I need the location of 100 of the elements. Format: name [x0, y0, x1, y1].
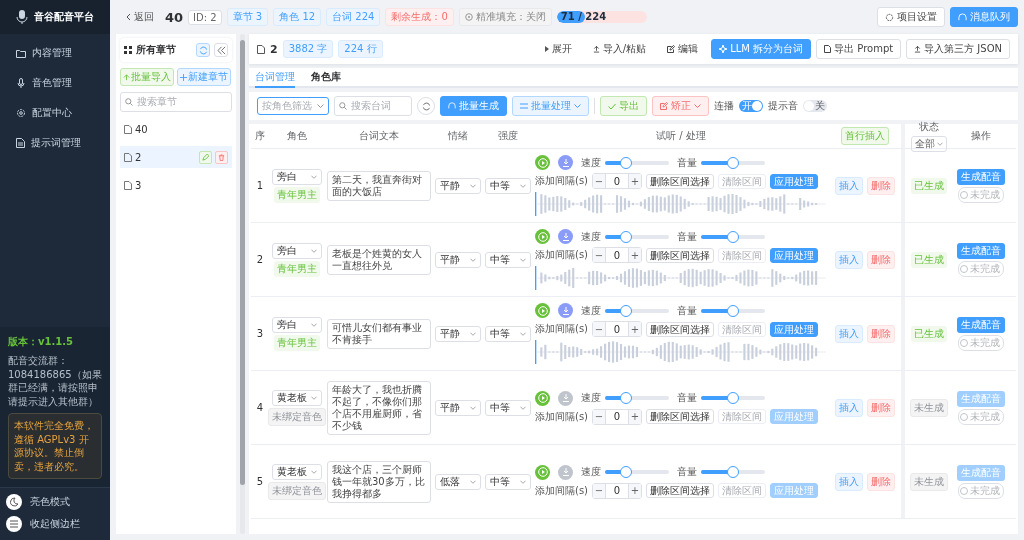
slider-handle[interactable]	[620, 304, 633, 317]
sidebar-action[interactable]: 亮色模式	[6, 494, 104, 510]
header-action-button[interactable]: 编辑	[659, 39, 707, 59]
slider-handle[interactable]	[727, 466, 739, 478]
slider-handle[interactable]	[727, 304, 739, 317]
slider-label: 音量	[677, 391, 697, 405]
edit-icon	[667, 45, 676, 53]
line-text-field[interactable]: 年龄大了，我也折腾不起了，不像你们那个店不用雇厨师，省不少钱	[327, 380, 431, 435]
role-select[interactable]: 旁白	[272, 316, 322, 333]
download-button[interactable]	[558, 229, 573, 244]
line-text-field[interactable]: 第二天，我直奔街对面的大饭店	[327, 170, 431, 201]
nav-item[interactable]: 提示词管理	[0, 128, 110, 158]
role-select[interactable]: 旁白	[272, 168, 322, 185]
slider-label: 音量	[677, 155, 697, 170]
download-button[interactable]	[558, 390, 573, 406]
increment-button[interactable]: +	[629, 248, 641, 262]
line-count-badge: 224 行	[338, 40, 383, 58]
play-button[interactable]	[535, 464, 550, 480]
chapter-item[interactable]: 40	[120, 118, 232, 140]
download-button[interactable]	[558, 303, 573, 318]
role-select[interactable]: 黄老板	[272, 389, 322, 406]
tab[interactable]: 角色库	[311, 68, 341, 88]
header-action-button[interactable]: 导出 Prompt	[816, 39, 902, 59]
toggle-label: 连播	[714, 99, 734, 113]
download-button[interactable]	[558, 155, 573, 170]
delete-icon[interactable]	[215, 150, 228, 164]
delete-range-button[interactable]: 删除区间选择	[646, 173, 714, 189]
download-button[interactable]	[558, 464, 573, 480]
decrement-button[interactable]: −	[593, 174, 605, 188]
caret-icon	[470, 257, 476, 262]
decrement-button[interactable]: −	[593, 483, 605, 498]
decrement-button[interactable]: −	[593, 409, 605, 424]
slider-label: 速度	[581, 465, 601, 479]
status-filter-select[interactable]: 全部	[911, 136, 947, 152]
delete-range-button[interactable]: 删除区间选择	[646, 483, 714, 498]
delete-range-button[interactable]: 删除区间选择	[646, 247, 714, 263]
decrement-button[interactable]: −	[593, 248, 605, 262]
role-select[interactable]: 旁白	[272, 242, 322, 259]
download-icon	[561, 306, 570, 315]
emotion-select[interactable]: 平静	[435, 325, 481, 342]
intensity-select[interactable]: 中等	[485, 177, 531, 194]
line-text-field[interactable]: 我这个店，三个厨师钱一年就30多万，比我挣得都多	[327, 460, 431, 503]
role-select[interactable]: 黄老板	[272, 463, 322, 480]
slider-handle[interactable]	[620, 230, 633, 243]
slider-label: 音量	[677, 229, 697, 244]
slider-label: 速度	[581, 391, 601, 405]
emotion-select[interactable]: 平静	[435, 399, 481, 416]
line-text-field[interactable]: 老板是个姓黄的女人一直想往外兑	[327, 244, 431, 275]
emotion-select[interactable]: 低落	[435, 473, 481, 490]
scrollbar[interactable]	[240, 34, 245, 534]
delete-range-button[interactable]: 删除区间选择	[646, 321, 714, 337]
caret-icon	[574, 104, 581, 108]
increment-button[interactable]: +	[629, 322, 641, 336]
emotion-select[interactable]: 平静	[435, 177, 481, 194]
increment-button[interactable]: +	[629, 483, 641, 498]
chapter-item[interactable]: 2	[120, 146, 232, 168]
toggle-switch[interactable]: 关	[803, 100, 827, 112]
header-action-button[interactable]: 展开	[536, 39, 580, 59]
play-button[interactable]	[535, 390, 550, 406]
chapter-item[interactable]: 3	[120, 174, 232, 196]
intensity-select[interactable]: 中等	[485, 399, 531, 416]
target-icon	[464, 13, 473, 21]
count-badge: 台词 224	[326, 8, 381, 26]
header-action-button[interactable]: 导入/粘贴	[584, 39, 655, 59]
slider-handle[interactable]	[727, 230, 739, 243]
increment-button[interactable]: +	[629, 174, 641, 188]
nav-item[interactable]: 音色管理	[0, 68, 110, 98]
emotion-select[interactable]: 平静	[435, 251, 481, 268]
intensity-select[interactable]: 中等	[485, 325, 531, 342]
slider-handle[interactable]	[727, 392, 739, 404]
gap-label: 添加间隔(s)	[535, 483, 588, 498]
slider-handle[interactable]	[620, 392, 633, 404]
intensity-select[interactable]: 中等	[485, 251, 531, 268]
caret-icon	[311, 174, 317, 179]
header-action-button[interactable]: 导入第三方 JSON	[906, 39, 1010, 59]
intensity-select[interactable]: 中等	[485, 473, 531, 490]
sliders-icon	[520, 102, 528, 110]
play-button[interactable]	[535, 229, 550, 244]
delete-range-button[interactable]: 删除区间选择	[646, 409, 714, 424]
slider-label: 速度	[581, 229, 601, 244]
slider-handle[interactable]	[727, 156, 739, 169]
nav-item[interactable]: 配置中心	[0, 98, 110, 128]
collapse-button[interactable]	[214, 43, 228, 57]
grid-icon	[124, 46, 132, 54]
line-text-field[interactable]: 可惜儿女们都有事业不肯接手	[327, 318, 431, 349]
settings-button[interactable]: 项目设置	[877, 7, 945, 27]
voice-tag: 青年男主	[274, 260, 320, 277]
increment-button[interactable]: +	[629, 409, 641, 424]
decrement-button[interactable]: −	[593, 322, 605, 336]
slider-handle[interactable]	[620, 156, 633, 169]
play-button[interactable]	[535, 155, 550, 170]
sidebar-action[interactable]: 收起侧边栏	[6, 516, 104, 532]
edit-icon	[660, 102, 668, 110]
play-button[interactable]	[535, 303, 550, 318]
back-link[interactable]: 返回	[126, 10, 154, 24]
document-icon	[124, 180, 132, 190]
edit-icon[interactable]	[199, 150, 212, 164]
slider-handle[interactable]	[620, 466, 633, 478]
nav-item[interactable]: 内容管理	[0, 38, 110, 68]
refresh-icon	[198, 45, 208, 55]
